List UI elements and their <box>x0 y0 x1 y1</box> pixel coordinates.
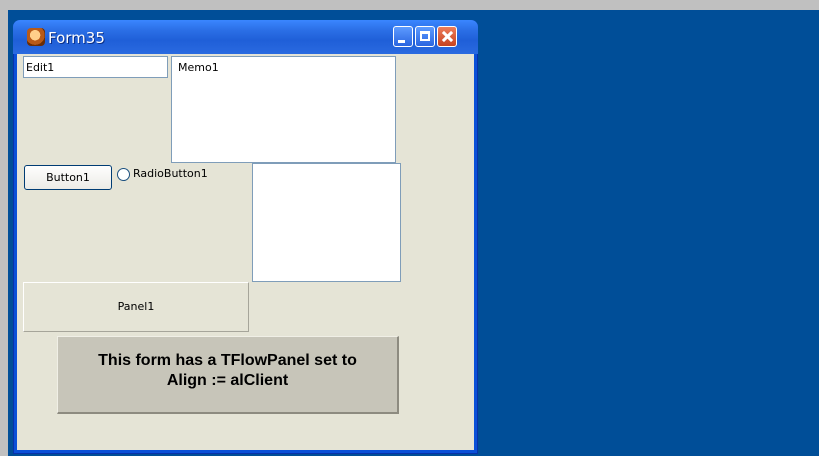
app-icon[interactable] <box>27 28 45 46</box>
screen-edge-top <box>0 0 819 10</box>
window-title: Form35 <box>48 29 105 47</box>
panel1: Panel1 <box>23 282 249 332</box>
minimize-button[interactable] <box>393 26 413 47</box>
form-window: Form35 Edit1 Memo1 Button1 RadioButton1 … <box>13 20 478 454</box>
maximize-button[interactable] <box>415 26 435 47</box>
info-panel: This form has a TFlowPanel set to Align … <box>57 336 399 414</box>
memo1-textarea[interactable]: Memo1 <box>171 56 396 163</box>
maximize-icon <box>420 31 430 41</box>
radio-button-1-label[interactable]: RadioButton1 <box>133 167 208 180</box>
button1[interactable]: Button1 <box>24 165 112 190</box>
empty-listbox[interactable] <box>252 163 401 282</box>
title-bar[interactable]: Form35 <box>13 20 478 54</box>
flow-panel-client-area: Edit1 Memo1 Button1 RadioButton1 Panel1 … <box>17 54 474 450</box>
info-text-line-1: This form has a TFlowPanel set to <box>98 352 357 369</box>
minimize-icon <box>398 40 405 43</box>
radio-button-1[interactable] <box>117 168 130 181</box>
close-button[interactable] <box>437 26 457 47</box>
edit1-input[interactable]: Edit1 <box>23 56 168 78</box>
info-text-line-2: Align := alClient <box>166 372 289 389</box>
screen-edge-left <box>0 0 8 456</box>
